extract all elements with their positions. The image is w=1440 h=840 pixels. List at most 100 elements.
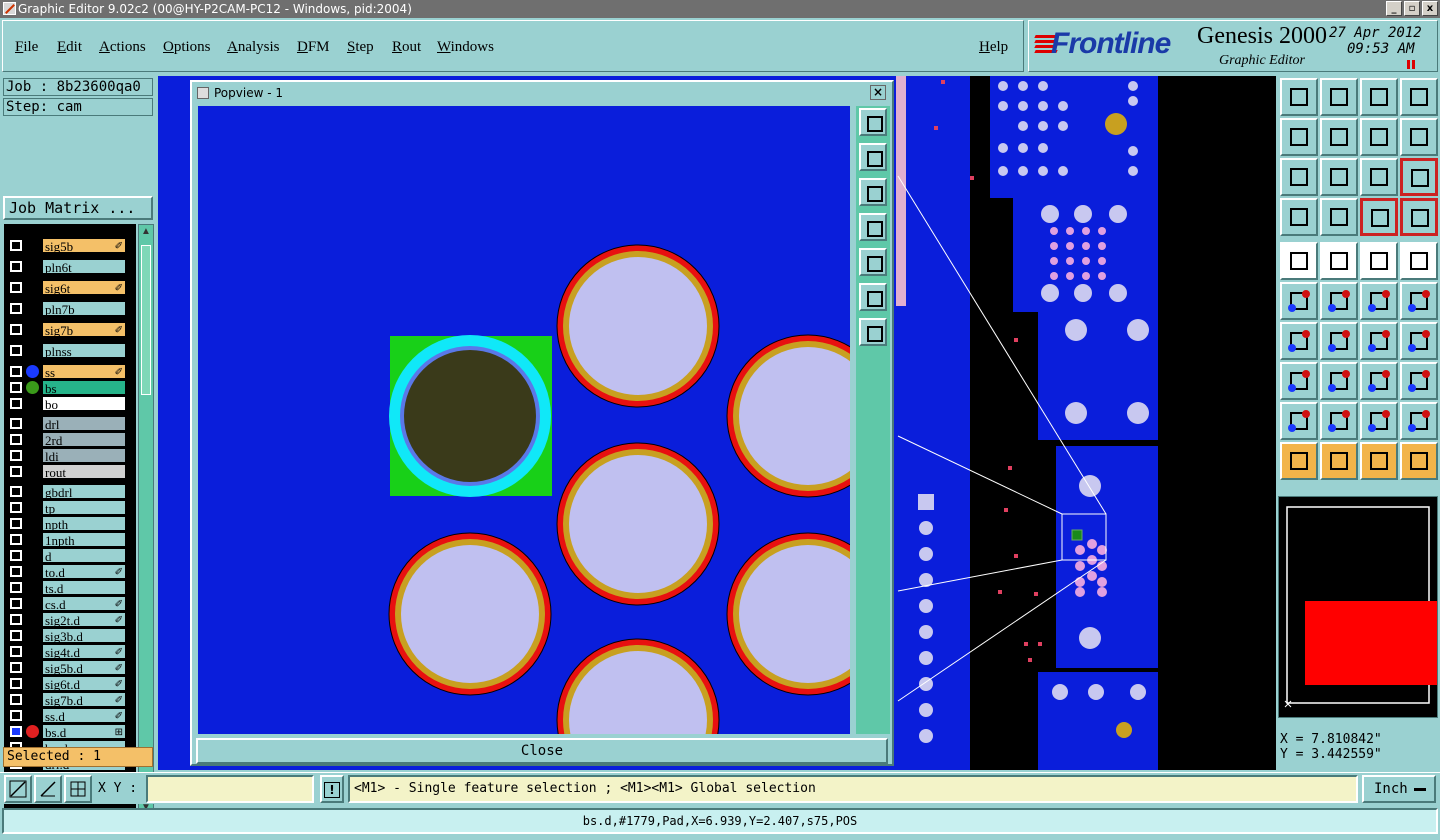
link-icon[interactable] xyxy=(1360,282,1398,320)
layer-checkbox[interactable] xyxy=(10,324,22,335)
grid-snap-icon[interactable] xyxy=(64,775,92,803)
menu-analysis[interactable]: Analysis xyxy=(227,39,280,56)
popview-down-icon[interactable] xyxy=(859,178,887,206)
menu-options[interactable]: Options xyxy=(163,39,211,56)
popview-left-icon[interactable] xyxy=(859,213,887,241)
layer-row[interactable]: sig3b.d xyxy=(4,628,136,644)
popview-fit-icon[interactable] xyxy=(859,108,887,136)
menu-file[interactable]: File xyxy=(15,39,38,56)
popview-close-button[interactable]: Close xyxy=(196,738,888,764)
right-icon[interactable] xyxy=(1320,118,1358,156)
measure-snap-icon[interactable] xyxy=(34,775,62,803)
layer-row[interactable]: d xyxy=(4,548,136,564)
cross-icon[interactable] xyxy=(1320,282,1358,320)
layer-checkbox[interactable] xyxy=(10,550,22,561)
layer-name[interactable]: ss.d ✐ xyxy=(42,708,126,724)
layer-row[interactable]: sig6t ✐ xyxy=(4,280,136,296)
minimize-button[interactable]: _ xyxy=(1386,1,1402,16)
layer-name[interactable]: gbdrl xyxy=(42,484,126,500)
left-icon[interactable] xyxy=(1280,118,1318,156)
fit-icon[interactable] xyxy=(1280,158,1318,196)
minimap[interactable] xyxy=(1278,496,1438,718)
layer-checkbox[interactable] xyxy=(10,630,22,641)
angle-icon[interactable] xyxy=(1280,322,1318,360)
menu-dfm[interactable]: DFM xyxy=(297,39,330,56)
layer-row[interactable]: npth xyxy=(4,516,136,532)
split-icon[interactable] xyxy=(1400,78,1438,116)
layer-name[interactable]: npth xyxy=(42,516,126,532)
layer-checkbox[interactable] xyxy=(10,240,22,251)
layer-row[interactable]: pln6t xyxy=(4,259,136,275)
tri4-icon[interactable] xyxy=(1400,402,1438,440)
xy-input[interactable] xyxy=(146,775,314,803)
layer-name[interactable]: bo xyxy=(42,396,126,412)
layer-row[interactable]: sig2t.d ✐ xyxy=(4,612,136,628)
layer-name[interactable]: sig7b.d ✐ xyxy=(42,692,126,708)
rotate-icon[interactable] xyxy=(1360,118,1398,156)
add-icon[interactable] xyxy=(1280,362,1318,400)
home-icon[interactable] xyxy=(1280,78,1318,116)
layer-row[interactable]: sig5b.d ✐ xyxy=(4,660,136,676)
layer-name[interactable]: 1npth xyxy=(42,532,126,548)
measure-icon[interactable] xyxy=(1360,362,1398,400)
layer-name[interactable]: plnss xyxy=(42,343,126,359)
cursor3-icon[interactable] xyxy=(1360,442,1398,480)
job-matrix-button[interactable]: Job Matrix ... xyxy=(3,196,153,220)
link2-icon[interactable] xyxy=(1400,282,1438,320)
fork-icon[interactable] xyxy=(1400,322,1438,360)
layer-row[interactable]: to.d ✐ xyxy=(4,564,136,580)
layer-row[interactable]: sig5b ✐ xyxy=(4,238,136,254)
layer-name[interactable]: to.d ✐ xyxy=(42,564,126,580)
layer-name[interactable]: sig5b.d ✐ xyxy=(42,660,126,676)
layer2-icon[interactable] xyxy=(1400,198,1438,236)
minus-icon[interactable] xyxy=(1320,362,1358,400)
layer-checkbox[interactable] xyxy=(10,282,22,293)
cursor-icon[interactable] xyxy=(1280,442,1318,480)
layer-name[interactable]: pln6t xyxy=(42,259,126,275)
tools-icon[interactable] xyxy=(1280,198,1318,236)
layer-row[interactable]: ldi xyxy=(4,448,136,464)
menu-windows[interactable]: Windows xyxy=(437,39,494,56)
scroll-up-icon[interactable]: ▲ xyxy=(140,226,152,238)
expand-icon[interactable] xyxy=(1320,158,1358,196)
layer-name[interactable]: rout xyxy=(42,464,126,480)
layer-row[interactable]: bs xyxy=(4,380,136,396)
layer-name[interactable]: cs.d ✐ xyxy=(42,596,126,612)
mirror-icon[interactable] xyxy=(1400,118,1438,156)
layer-row[interactable]: drl xyxy=(4,416,136,432)
maximize-button[interactable]: ▫ xyxy=(1404,1,1420,16)
layer-checkbox[interactable] xyxy=(10,345,22,356)
line-icon[interactable] xyxy=(1320,322,1358,360)
scale-icon[interactable] xyxy=(1360,158,1398,196)
pause-icon[interactable] xyxy=(1407,60,1415,69)
layer-icon[interactable] xyxy=(1360,198,1398,236)
popview-up-icon[interactable] xyxy=(859,143,887,171)
layer-row[interactable]: rout xyxy=(4,464,136,480)
layer-checkbox[interactable] xyxy=(10,534,22,545)
arc-icon[interactable] xyxy=(1360,322,1398,360)
layer-name[interactable]: sig3b.d xyxy=(42,628,126,644)
layer-checkbox[interactable] xyxy=(10,582,22,593)
scroll-thumb[interactable] xyxy=(141,245,151,395)
layer-row[interactable]: bo xyxy=(4,396,136,412)
layer-checkbox[interactable] xyxy=(10,614,22,625)
layer-name[interactable]: sig6t ✐ xyxy=(42,280,126,296)
layer-scrollbar[interactable]: ▲ ▼ xyxy=(138,224,154,816)
layer-name[interactable]: drl xyxy=(42,416,126,432)
layer-row[interactable]: plnss xyxy=(4,343,136,359)
layer-name[interactable]: sig4t.d ✐ xyxy=(42,644,126,660)
layer-checkbox[interactable] xyxy=(10,486,22,497)
shape-icon[interactable] xyxy=(1320,242,1358,280)
layer-row[interactable]: gbdrl xyxy=(4,484,136,500)
layer-name[interactable]: tp xyxy=(42,500,126,516)
layer-name[interactable]: bs.d ⊞ xyxy=(42,724,126,740)
layer-name[interactable]: sig2t.d ✐ xyxy=(42,612,126,628)
tri3-icon[interactable] xyxy=(1360,402,1398,440)
layer-row[interactable]: tp xyxy=(4,500,136,516)
layer-name[interactable]: ldi xyxy=(42,448,126,464)
layer-checkbox[interactable] xyxy=(10,646,22,657)
layer-row[interactable]: ts.d xyxy=(4,580,136,596)
layer-checkbox[interactable] xyxy=(10,366,22,377)
layer-checkbox[interactable] xyxy=(10,694,22,705)
down-icon[interactable] xyxy=(1320,78,1358,116)
